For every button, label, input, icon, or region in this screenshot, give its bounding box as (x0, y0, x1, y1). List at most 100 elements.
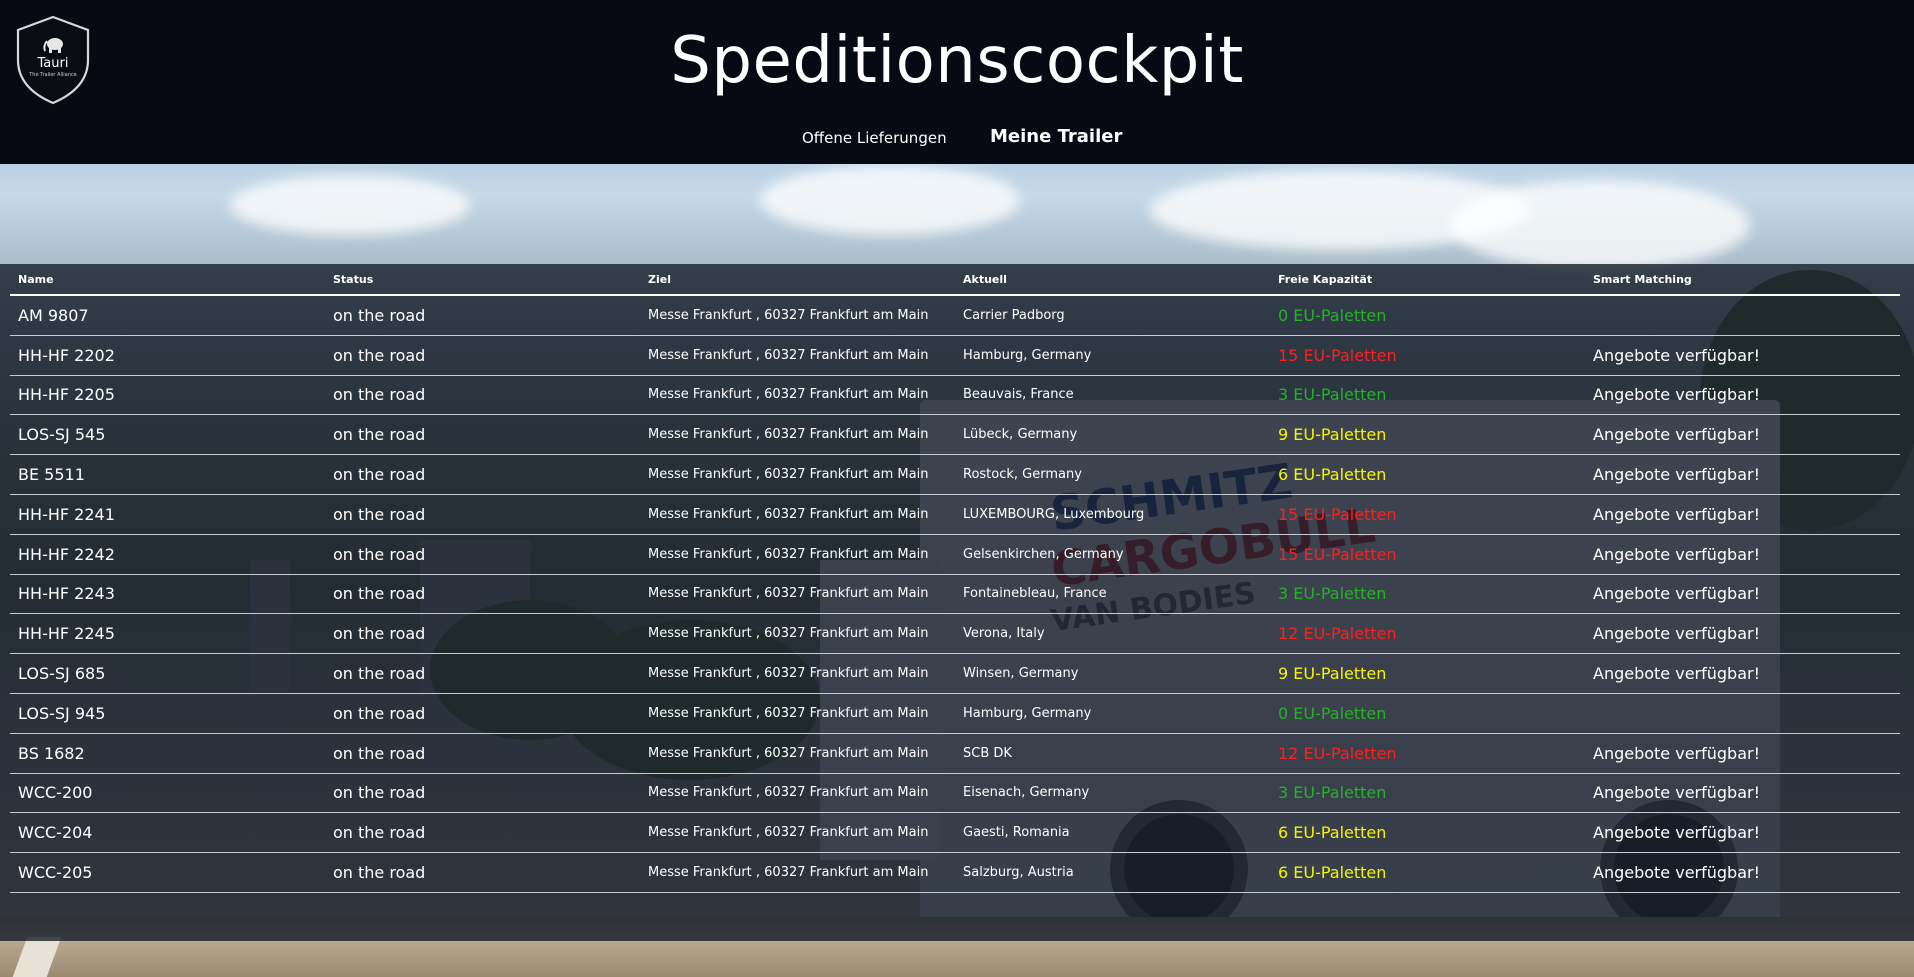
trailer-status: on the road (325, 414, 640, 456)
trailer-destination: Messe Frankfurt , 60327 Frankfurt am Mai… (640, 335, 955, 376)
trailer-destination: Messe Frankfurt , 60327 Frankfurt am Mai… (640, 852, 955, 893)
trailer-free-capacity: 9 EU-Paletten (1270, 653, 1585, 694)
table-row[interactable]: BE 5511 on the road Messe Frankfurt , 6032… (10, 454, 1900, 495)
table-header-row: Name Status Ziel Aktuell Freie Kapazität… (10, 264, 1900, 296)
table-row[interactable]: LOS-SJ 945 on the road Messe Frankfurt , 6… (10, 693, 1900, 734)
trailer-status: on the road (325, 693, 640, 734)
trailer-destination: Messe Frankfurt , 60327 Frankfurt am Mai… (640, 414, 955, 456)
trailer-name[interactable]: HH-HF 2241 (10, 494, 325, 535)
table-row[interactable]: LOS-SJ 685 on the road Messe Frankfurt , 6… (10, 653, 1900, 694)
table-row[interactable]: HH-HF 2202 on the road Messe Frankfurt , 6… (10, 335, 1900, 376)
smart-matching-offers[interactable]: Angebote verfügbar! (1585, 375, 1900, 416)
table-row[interactable]: HH-HF 2245 on the road Messe Frankfurt , 6… (10, 613, 1900, 655)
trailer-current-location: LUXEMBOURG, Luxembourg (955, 494, 1270, 535)
smart-matching-offers[interactable]: Angebote verfügbar! (1585, 773, 1900, 814)
trailer-status: on the road (325, 574, 640, 615)
trailer-current-location: Hamburg, Germany (955, 335, 1270, 376)
trailer-name[interactable]: AM 9807 (10, 295, 325, 336)
trailer-name[interactable]: LOS-SJ 685 (10, 653, 325, 694)
trailer-free-capacity: 15 EU-Paletten (1270, 534, 1585, 575)
trailer-destination: Messe Frankfurt , 60327 Frankfurt am Mai… (640, 733, 955, 774)
trailer-status: on the road (325, 375, 640, 416)
trailer-free-capacity: 12 EU-Paletten (1270, 733, 1585, 774)
smart-matching-offers[interactable]: Angebote verfügbar! (1585, 653, 1900, 694)
trailer-current-location: Gaesti, Romania (955, 812, 1270, 854)
nav-meine-trailer[interactable]: Meine Trailer (990, 126, 1122, 147)
column-header-status[interactable]: Status (325, 264, 640, 296)
table-row[interactable]: HH-HF 2242 on the road Messe Frankfurt , 6… (10, 534, 1900, 575)
column-header-ziel[interactable]: Ziel (640, 264, 955, 296)
table-row[interactable]: AM 9807 on the road Messe Frankfurt , 6032… (10, 295, 1900, 336)
trailer-name[interactable]: BS 1682 (10, 733, 325, 774)
trailer-destination: Messe Frankfurt , 60327 Frankfurt am Mai… (640, 773, 955, 814)
trailer-destination: Messe Frankfurt , 60327 Frankfurt am Mai… (640, 613, 955, 655)
table-row[interactable]: WCC-204 on the road Messe Frankfurt , 6032… (10, 812, 1900, 854)
trailer-current-location: Gelsenkirchen, Germany (955, 534, 1270, 575)
trailer-name[interactable]: BE 5511 (10, 454, 325, 495)
trailer-name[interactable]: HH-HF 2242 (10, 534, 325, 575)
trailer-table-body: AM 9807 on the road Messe Frankfurt , 6032… (10, 295, 1900, 893)
trailer-name[interactable]: LOS-SJ 545 (10, 414, 325, 456)
table-row[interactable]: LOS-SJ 545 on the road Messe Frankfurt , 6… (10, 414, 1900, 456)
smart-matching-offers[interactable]: Angebote verfügbar! (1585, 613, 1900, 655)
trailer-name[interactable]: HH-HF 2202 (10, 335, 325, 376)
trailer-name[interactable]: HH-HF 2245 (10, 613, 325, 655)
trailer-free-capacity: 3 EU-Paletten (1270, 375, 1585, 416)
column-header-smart-matching[interactable]: Smart Matching (1585, 264, 1900, 296)
trailer-current-location: Rostock, Germany (955, 454, 1270, 495)
trailer-free-capacity: 6 EU-Paletten (1270, 454, 1585, 495)
app-header: Tauri The Trailer Alliance Speditionscoc… (0, 0, 1914, 164)
table-row[interactable]: HH-HF 2241 on the road Messe Frankfurt , 6… (10, 494, 1900, 535)
smart-matching-offers[interactable]: Angebote verfügbar! (1585, 733, 1900, 774)
trailer-destination: Messe Frankfurt , 60327 Frankfurt am Mai… (640, 454, 955, 495)
trailer-name[interactable]: WCC-205 (10, 852, 325, 893)
trailer-name[interactable]: WCC-200 (10, 773, 325, 814)
table-row[interactable]: WCC-200 on the road Messe Frankfurt , 6032… (10, 773, 1900, 814)
trailer-free-capacity: 3 EU-Paletten (1270, 574, 1585, 615)
trailer-current-location: Fontainebleau, France (955, 574, 1270, 615)
trailer-free-capacity: 15 EU-Paletten (1270, 494, 1585, 535)
trailer-current-location: Hamburg, Germany (955, 693, 1270, 734)
trailer-free-capacity: 15 EU-Paletten (1270, 335, 1585, 376)
trailer-destination: Messe Frankfurt , 60327 Frankfurt am Mai… (640, 812, 955, 854)
trailer-name[interactable]: HH-HF 2243 (10, 574, 325, 615)
table-row[interactable]: BS 1682 on the road Messe Frankfurt , 6032… (10, 733, 1900, 774)
trailer-free-capacity: 6 EU-Paletten (1270, 852, 1585, 893)
nav-offene-lieferungen[interactable]: Offene Lieferungen (802, 129, 947, 147)
trailer-destination: Messe Frankfurt , 60327 Frankfurt am Mai… (640, 494, 955, 535)
smart-matching-offers[interactable]: Angebote verfügbar! (1585, 852, 1900, 893)
trailer-status: on the road (325, 852, 640, 893)
trailer-status: on the road (325, 295, 640, 336)
trailer-name[interactable]: WCC-204 (10, 812, 325, 854)
trailer-status: on the road (325, 613, 640, 655)
trailer-name[interactable]: HH-HF 2205 (10, 375, 325, 416)
page-title: Speditionscockpit (670, 24, 1244, 98)
column-header-aktuell[interactable]: Aktuell (955, 264, 1270, 296)
smart-matching-offers[interactable]: Angebote verfügbar! (1585, 534, 1900, 575)
table-row[interactable]: WCC-205 on the road Messe Frankfurt , 6032… (10, 852, 1900, 893)
trailer-status: on the road (325, 534, 640, 575)
column-header-name[interactable]: Name (10, 264, 325, 296)
main-nav: Offene Lieferungen Meine Trailer (0, 124, 1914, 154)
trailer-current-location: Lübeck, Germany (955, 414, 1270, 456)
trailer-free-capacity: 3 EU-Paletten (1270, 773, 1585, 814)
smart-matching-offers[interactable]: Angebote verfügbar! (1585, 454, 1900, 495)
trailer-current-location: Winsen, Germany (955, 653, 1270, 694)
column-header-freie-kapazitaet[interactable]: Freie Kapazität (1270, 264, 1585, 296)
smart-matching-offers[interactable]: Angebote verfügbar! (1585, 414, 1900, 456)
trailer-destination: Messe Frankfurt , 60327 Frankfurt am Mai… (640, 295, 955, 336)
smart-matching-offers[interactable]: Angebote verfügbar! (1585, 574, 1900, 615)
trailer-status: on the road (325, 733, 640, 774)
trailer-destination: Messe Frankfurt , 60327 Frankfurt am Mai… (640, 693, 955, 734)
table-row[interactable]: HH-HF 2243 on the road Messe Frankfurt , 6… (10, 574, 1900, 615)
trailer-name[interactable]: LOS-SJ 945 (10, 693, 325, 734)
smart-matching-offers[interactable] (1585, 295, 1900, 336)
trailer-status: on the road (325, 335, 640, 376)
trailer-current-location: Beauvais, France (955, 375, 1270, 416)
smart-matching-offers[interactable] (1585, 693, 1900, 734)
trailer-status: on the road (325, 653, 640, 694)
smart-matching-offers[interactable]: Angebote verfügbar! (1585, 812, 1900, 854)
smart-matching-offers[interactable]: Angebote verfügbar! (1585, 494, 1900, 535)
smart-matching-offers[interactable]: Angebote verfügbar! (1585, 335, 1900, 376)
table-row[interactable]: HH-HF 2205 on the road Messe Frankfurt , 6… (10, 375, 1900, 416)
